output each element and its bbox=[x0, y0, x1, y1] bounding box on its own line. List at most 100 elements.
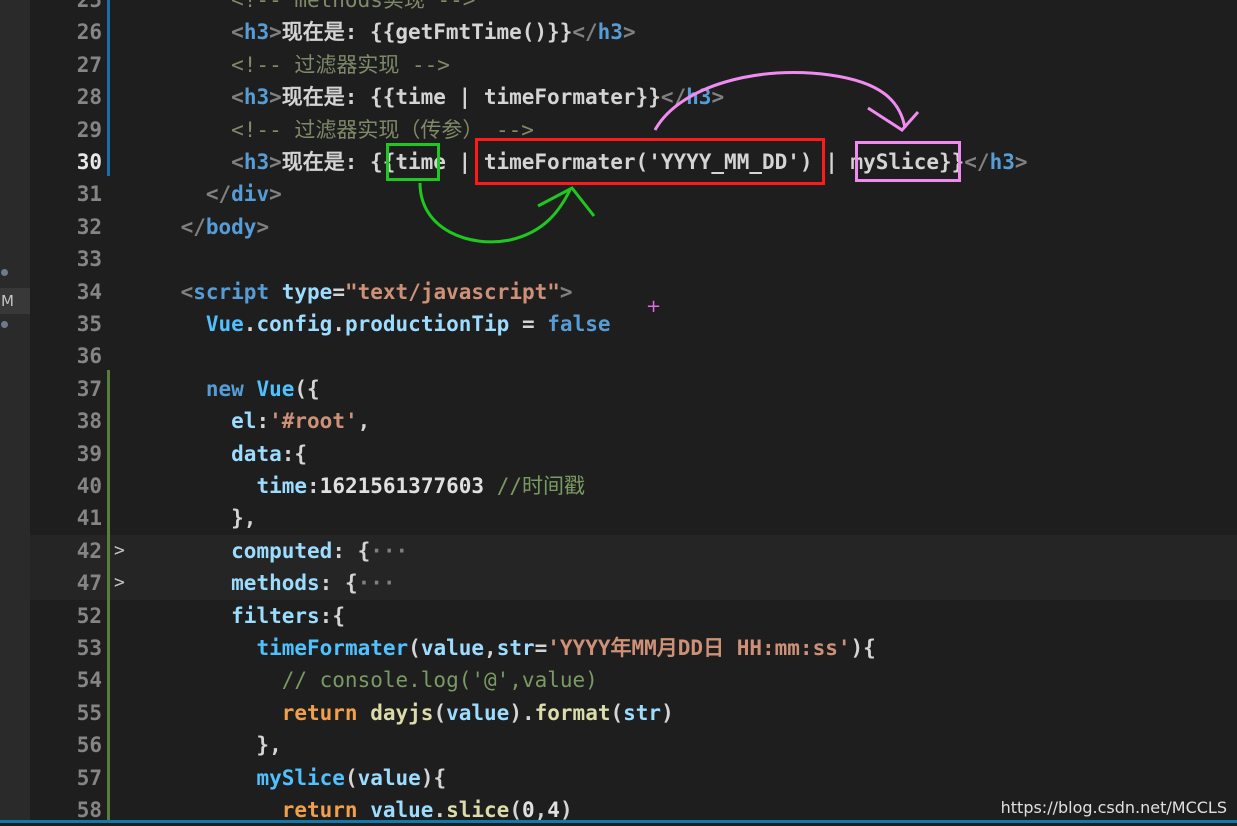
code-token: dayjs bbox=[370, 700, 434, 725]
code-token: value bbox=[420, 636, 485, 660]
code-token: "text/javascript" bbox=[344, 279, 560, 304]
code-line[interactable]: 25 <!-- methods实现 --> bbox=[30, 0, 1237, 16]
code-token: </ bbox=[660, 85, 687, 110]
code-text[interactable]: // console.log('@',value) bbox=[130, 664, 598, 696]
code-text[interactable]: time:1621561377603 //时间戳 bbox=[130, 470, 585, 502]
code-line[interactable]: 41 }, bbox=[30, 502, 1237, 534]
code-text[interactable]: data:{ bbox=[130, 438, 307, 470]
code-text[interactable]: </body> bbox=[130, 211, 270, 243]
fold-chevron-icon[interactable]: > bbox=[114, 567, 125, 599]
code-token: , bbox=[357, 409, 371, 434]
code-token: slice bbox=[446, 798, 510, 822]
line-number: 36 bbox=[76, 344, 102, 369]
code-text[interactable]: methods: {··· bbox=[130, 567, 395, 599]
code-text[interactable]: new Vue({ bbox=[130, 373, 320, 405]
code-text[interactable]: Vue.config.productionTip = false bbox=[130, 308, 611, 340]
line-number: 52 bbox=[76, 603, 102, 628]
code-line[interactable]: 57 mySlice(value){ bbox=[30, 762, 1237, 794]
code-token: filters bbox=[231, 603, 320, 628]
code-line[interactable]: 54 // console.log('@',value) bbox=[30, 664, 1237, 696]
code-token: = bbox=[534, 636, 548, 660]
code-token: return bbox=[281, 700, 358, 725]
code-text[interactable]: mySlice(value){ bbox=[130, 762, 446, 794]
code-line[interactable]: 40 time:1621561377603 //时间戳 bbox=[30, 470, 1237, 502]
code-line[interactable]: 42 > computed: {··· bbox=[30, 534, 1237, 568]
code-line[interactable]: 39 data:{ bbox=[30, 438, 1237, 470]
code-line[interactable]: 26 <h3>现在是: {{getFmtTime()}}</h3> bbox=[30, 16, 1237, 48]
code-line[interactable]: 38 el:'#root', bbox=[30, 405, 1237, 437]
code-line[interactable]: 37 new Vue({ bbox=[30, 373, 1237, 405]
code-line[interactable]: 47 > methods: {··· bbox=[30, 567, 1237, 600]
code-line[interactable]: 27 <!-- 过滤器实现 --> bbox=[30, 49, 1237, 81]
code-token: h3 bbox=[686, 85, 712, 110]
code-line[interactable]: 53 timeFormater(value,str='YYYY年MM月DD日 H… bbox=[30, 632, 1237, 664]
code-token: productionTip bbox=[344, 312, 510, 336]
code-token: , bbox=[534, 798, 548, 822]
code-line[interactable]: 36 bbox=[30, 340, 1237, 372]
line-number: 25 bbox=[76, 0, 102, 12]
code-token: 1621561377603 bbox=[319, 474, 485, 498]
code-text[interactable]: computed: {··· bbox=[130, 535, 408, 567]
line-number: 47 bbox=[76, 571, 102, 596]
code-line[interactable]: 35 Vue.config.productionTip = false bbox=[30, 308, 1237, 340]
code-token: }, bbox=[130, 733, 282, 758]
code-text[interactable]: </div> bbox=[130, 178, 282, 210]
code-token: new bbox=[205, 376, 244, 401]
code-token: : bbox=[256, 409, 270, 434]
code-line[interactable]: 34 <script type="text/javascript"> bbox=[30, 276, 1237, 308]
code-line[interactable]: 28 <h3>现在是: {{time | timeFormater}}</h3> bbox=[30, 81, 1237, 113]
code-text[interactable]: <!-- 过滤器实现 --> bbox=[130, 49, 450, 81]
code-token: body bbox=[205, 214, 257, 239]
code-token: ··· bbox=[370, 538, 409, 563]
code-token: > bbox=[622, 20, 636, 45]
code-text[interactable]: }, bbox=[130, 729, 282, 761]
code-line[interactable]: 52 filters:{ bbox=[30, 600, 1237, 632]
code-token: format bbox=[534, 700, 611, 725]
code-text[interactable]: return dayjs(value).format(str) bbox=[130, 697, 674, 729]
code-text[interactable]: <h3>现在是: {{getFmtTime()}}</h3> bbox=[130, 16, 636, 48]
cursor-plus-icon: + bbox=[646, 296, 662, 317]
fold-chevron-icon[interactable]: > bbox=[114, 535, 125, 567]
code-token: > bbox=[559, 279, 573, 304]
code-text[interactable]: el:'#root', bbox=[130, 405, 370, 437]
code-editor[interactable]: 25 <!-- methods实现 --> 26 <h3>现在是: {{getFm… bbox=[30, 0, 1237, 823]
code-text[interactable]: <h3>现在是: {{time | timeFormater}}</h3> bbox=[130, 81, 724, 113]
code-token: h3 bbox=[243, 85, 270, 110]
code-text[interactable]: <!-- 过滤器实现（传参） --> bbox=[130, 114, 534, 146]
code-token: <!-- methods实现 --> bbox=[130, 0, 476, 12]
code-text[interactable]: }, bbox=[130, 502, 256, 534]
code-token: mySlice bbox=[256, 765, 345, 790]
watermark: https://blog.csdn.net/MCCLS bbox=[1000, 798, 1227, 817]
code-line[interactable]: 55 return dayjs(value).format(str) bbox=[30, 697, 1237, 729]
code-token: <!-- 过滤器实现（传参） --> bbox=[130, 117, 534, 142]
line-number: 27 bbox=[76, 52, 102, 77]
modified-marker[interactable]: M bbox=[0, 288, 30, 314]
code-line[interactable]: 33 bbox=[30, 243, 1237, 275]
code-token: </ bbox=[205, 182, 232, 207]
code-line[interactable]: 56 }, bbox=[30, 729, 1237, 761]
code-token: Vue bbox=[205, 312, 244, 336]
line-number: 42 bbox=[76, 538, 102, 563]
code-token: data bbox=[231, 441, 282, 466]
code-text[interactable]: <!-- methods实现 --> bbox=[130, 0, 475, 16]
line-number: 57 bbox=[76, 765, 102, 790]
code-line[interactable]: 32 </body> bbox=[30, 211, 1237, 243]
code-token: computed bbox=[231, 538, 333, 563]
code-token: Vue bbox=[256, 376, 295, 401]
code-text[interactable]: timeFormater(value,str='YYYY年MM月DD日 HH:m… bbox=[130, 632, 875, 664]
code-token: false bbox=[547, 312, 611, 336]
code-token: > bbox=[256, 214, 270, 239]
code-token: > bbox=[269, 182, 282, 207]
annotation-red-box bbox=[475, 138, 825, 185]
code-text[interactable]: filters:{ bbox=[130, 600, 345, 632]
code-text[interactable]: <script type="text/javascript"> bbox=[130, 276, 573, 308]
